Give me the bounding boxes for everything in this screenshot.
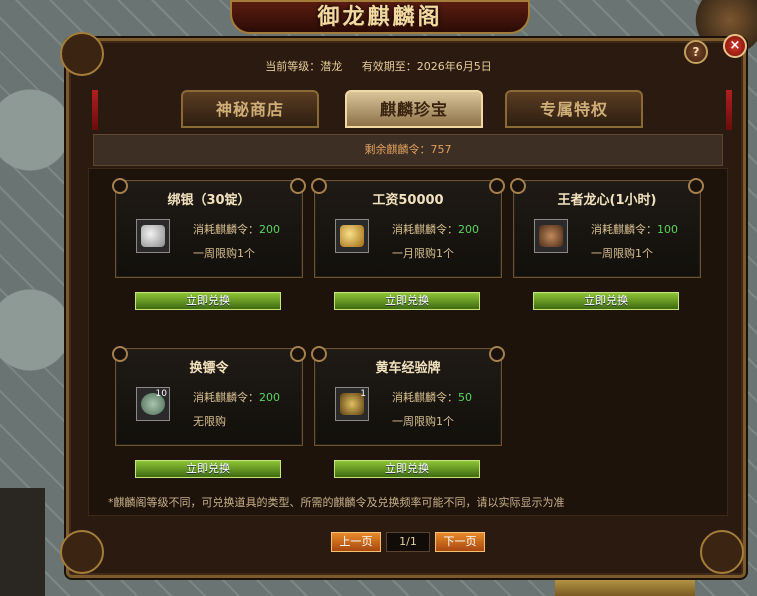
cost-label: 消耗麒麟令： <box>193 223 259 236</box>
tassel-ornament <box>726 90 732 130</box>
exchange-button[interactable]: 立即兑换 <box>135 292 281 310</box>
background-hud-fragment <box>555 578 695 596</box>
cost-value: 50 <box>458 391 472 404</box>
next-page-button[interactable]: 下一页 <box>435 532 485 552</box>
item-name: 黄车经验牌 <box>375 361 441 376</box>
frame-corner-ornament <box>60 530 104 574</box>
exchange-button[interactable]: 立即兑换 <box>533 292 679 310</box>
item-name: 绑银（30锭） <box>167 193 251 208</box>
exchange-button[interactable]: 立即兑换 <box>334 460 480 478</box>
item-icon-image <box>539 225 563 247</box>
page-indicator: 1/1 <box>386 532 430 552</box>
cost-value: 100 <box>657 223 678 236</box>
current-level-text: 当前等级：潜龙 <box>265 60 343 73</box>
gold-cart-icon[interactable]: 1 <box>335 387 369 421</box>
purchase-limit: 无限购 <box>193 415 226 428</box>
item-cost: 消耗麒麟令：200 <box>193 389 280 405</box>
gold-coins-icon[interactable] <box>335 219 369 253</box>
item-card: 换镖令 10 消耗麒麟令：200 无限购 <box>112 346 306 446</box>
token-balance: 剩余麒麟令：757 <box>93 134 723 166</box>
cost-value: 200 <box>458 223 479 236</box>
cost-label: 消耗麒麟令： <box>392 391 458 404</box>
tab-qilin-treasures[interactable]: 麒麟珍宝 <box>345 90 483 128</box>
purchase-limit: 一月限购1个 <box>392 247 454 260</box>
cost-value: 200 <box>259 391 280 404</box>
cost-label: 消耗麒麟令： <box>591 223 657 236</box>
expiry-date-text: 有效期至：2026年6月5日 <box>361 60 492 73</box>
item-icon-image <box>340 225 364 247</box>
prev-page-button[interactable]: 上一页 <box>331 532 381 552</box>
tab-exclusive-privileges[interactable]: 专属特权 <box>505 90 643 128</box>
item-cost: 消耗麒麟令：50 <box>392 389 472 405</box>
purchase-limit: 一周限购1个 <box>193 247 255 260</box>
cost-label: 消耗麒麟令： <box>193 391 259 404</box>
item-card: 工资50000 消耗麒麟令：200 一月限购1个 <box>311 178 505 278</box>
item-count: 10 <box>155 389 167 399</box>
item-card: 绑银（30锭） 消耗麒麟令：200 一周限购1个 <box>112 178 306 278</box>
cost-label: 消耗麒麟令： <box>392 223 458 236</box>
cost-value: 200 <box>259 223 280 236</box>
dragon-heart-icon[interactable] <box>534 219 568 253</box>
item-name: 王者龙心(1小时) <box>557 193 657 208</box>
purchase-limit: 一周限购1个 <box>591 247 653 260</box>
item-name: 工资50000 <box>372 193 444 208</box>
exchange-button[interactable]: 立即兑换 <box>135 460 281 478</box>
frame-corner-ornament <box>700 530 744 574</box>
item-cost: 消耗麒麟令：200 <box>392 221 479 237</box>
close-button[interactable]: × <box>723 34 747 58</box>
item-cost: 消耗麒麟令：100 <box>591 221 678 237</box>
exchange-button[interactable]: 立即兑换 <box>334 292 480 310</box>
tassel-ornament <box>92 90 98 130</box>
header-info: 当前等级：潜龙 有效期至：2026年6月5日 <box>0 58 757 74</box>
tab-mystery-shop[interactable]: 神秘商店 <box>181 90 319 128</box>
item-count: 1 <box>360 389 366 399</box>
window-title-banner: 御龙麒麟阁 <box>230 0 530 34</box>
background-scenery <box>0 488 45 596</box>
item-card: 黄车经验牌 1 消耗麒麟令：50 一周限购1个 <box>311 346 505 446</box>
item-cost: 消耗麒麟令：200 <box>193 221 280 237</box>
item-name: 换镖令 <box>189 361 229 376</box>
purchase-limit: 一周限购1个 <box>392 415 454 428</box>
footnote: *麒麟阁等级不同，可兑换道具的类型、所需的麒麟令及兑换频率可能不同，请以实际显示… <box>108 496 565 509</box>
item-icon-image <box>141 225 165 247</box>
escort-token-icon[interactable]: 10 <box>136 387 170 421</box>
silver-ingot-icon[interactable] <box>136 219 170 253</box>
window-title: 御龙麒麟阁 <box>317 4 443 30</box>
item-card: 王者龙心(1小时) 消耗麒麟令：100 一周限购1个 <box>510 178 704 278</box>
